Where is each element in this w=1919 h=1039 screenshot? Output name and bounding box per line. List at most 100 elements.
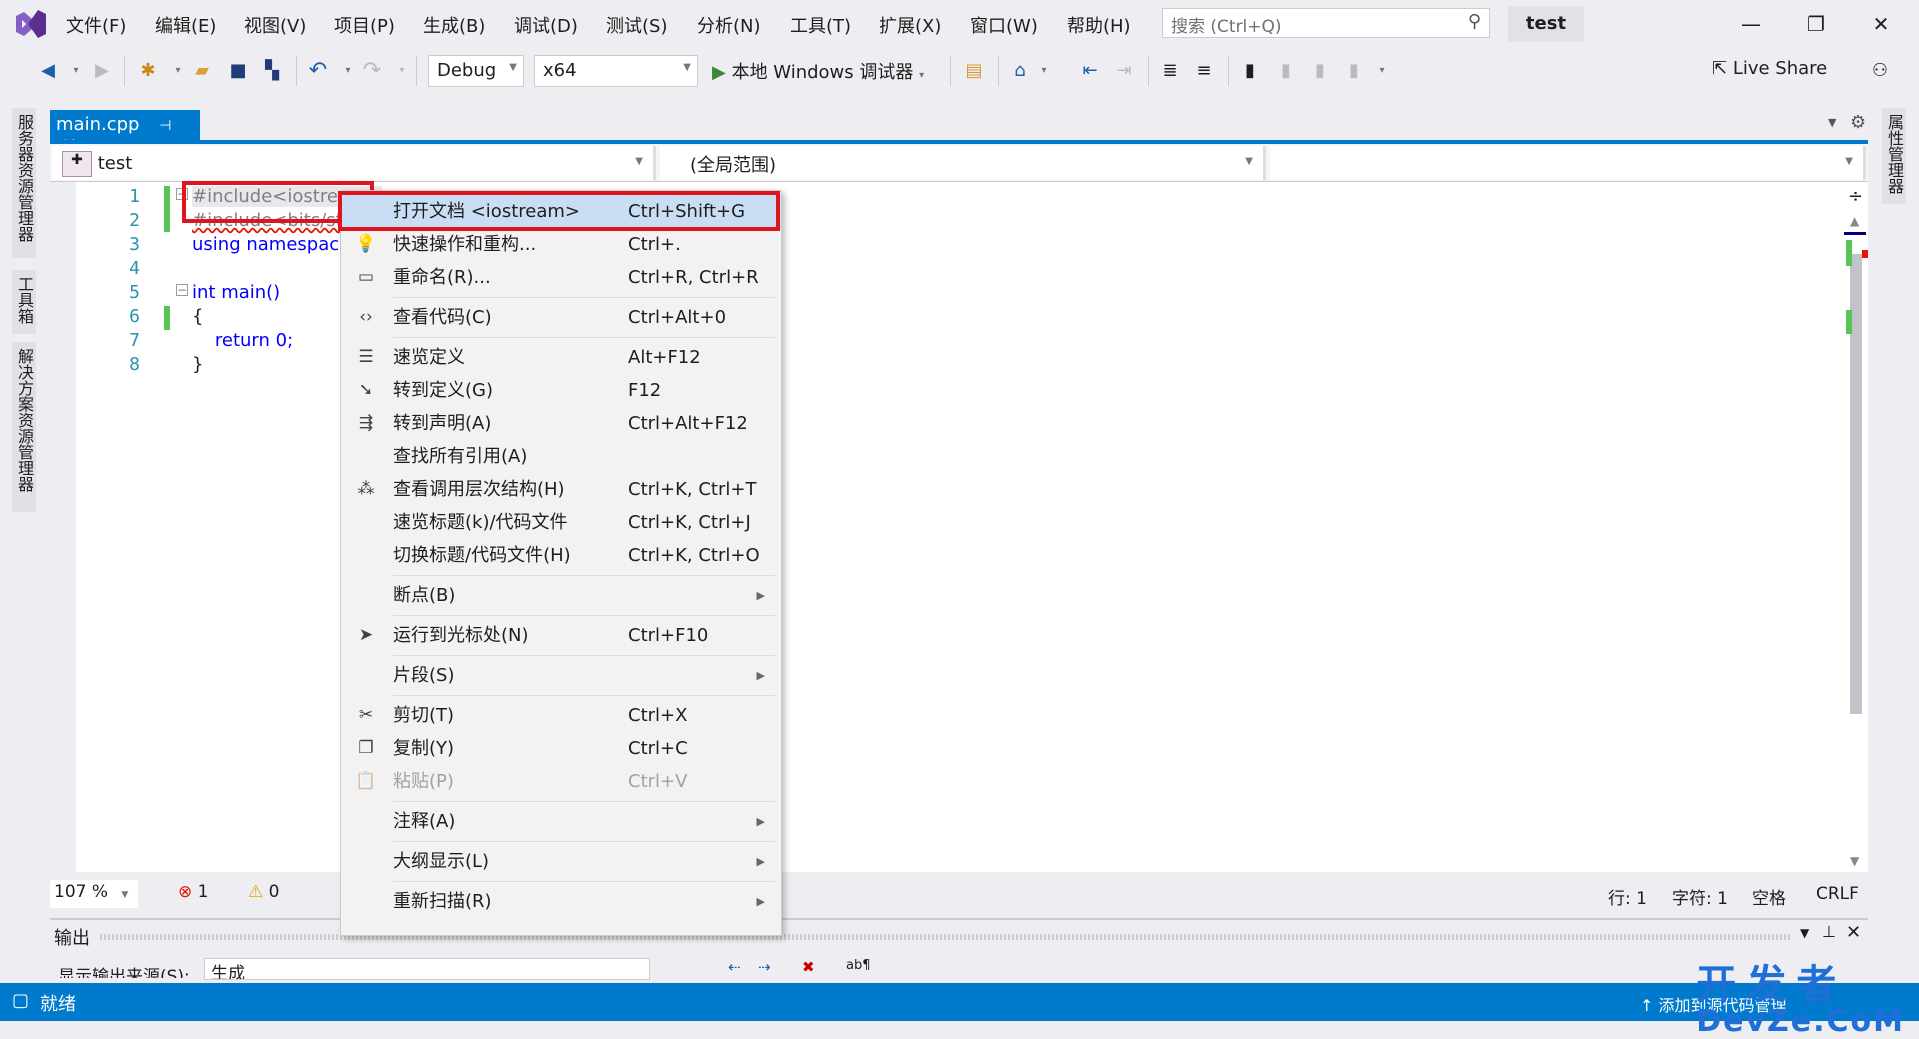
uncomment-lines-icon[interactable]: ≡ <box>1192 58 1216 84</box>
menu-window[interactable]: 窗口(W) <box>970 12 1038 38</box>
forward-icon[interactable]: ▶ <box>90 58 114 84</box>
redo-dropdown-icon[interactable]: ▾ <box>390 58 414 84</box>
next-bookmark-icon[interactable]: ▮ <box>1308 58 1332 84</box>
configuration-select[interactable]: Debug ▼ <box>428 55 524 87</box>
save-icon[interactable]: ■ <box>226 58 250 84</box>
char-indicator[interactable]: 字符: 1 <box>1672 884 1728 909</box>
feedback-icon[interactable]: ⚇ <box>1868 58 1892 84</box>
scroll-up-icon[interactable]: ▲ <box>1850 214 1859 228</box>
context-menu-item[interactable]: ▭ 重命名(R)... Ctrl+R, Ctrl+R <box>341 261 781 294</box>
scope-select[interactable]: (全局范围) ▼ <box>660 146 1266 180</box>
bookmark-icon[interactable]: ▮ <box>1238 58 1262 84</box>
context-menu-item[interactable]: ➘ 转到定义(G) F12 <box>341 374 781 407</box>
back-dropdown-icon[interactable]: ▾ <box>64 58 88 84</box>
close-panel-icon[interactable]: ✕ <box>1846 922 1861 943</box>
toolbar-separator <box>950 56 951 86</box>
overflow-icon[interactable]: ▾ <box>1370 58 1394 84</box>
context-menu-item[interactable]: 速览标题(k)/代码文件 Ctrl+K, Ctrl+J <box>341 506 781 539</box>
whitespace-indicator[interactable]: 空格 <box>1752 884 1786 909</box>
menu-analyze[interactable]: 分析(N) <box>697 12 761 38</box>
new-dropdown-icon[interactable]: ▾ <box>166 58 190 84</box>
toolbox-tab[interactable]: 工具箱 <box>12 270 36 334</box>
undo-dropdown-icon[interactable]: ▾ <box>336 58 360 84</box>
restore-button[interactable]: ❐ <box>1793 8 1839 40</box>
context-menu-item[interactable]: ⇶ 转到声明(A) Ctrl+Alt+F12 <box>341 407 781 440</box>
context-menu-item[interactable]: ❐ 复制(Y) Ctrl+C <box>341 732 781 765</box>
line-indicator[interactable]: 行: 1 <box>1608 884 1647 909</box>
pin-icon[interactable]: ⊥ <box>1822 922 1836 941</box>
save-all-icon[interactable]: ▚ <box>260 58 284 84</box>
clear-all-icon[interactable]: ✖ <box>802 958 815 976</box>
gear-icon[interactable]: ⚙ <box>1850 112 1866 133</box>
context-menu-item[interactable]: ☰ 速览定义 Alt+F12 <box>341 341 781 374</box>
context-menu-item[interactable]: ➤ 运行到光标处(N) Ctrl+F10 <box>341 619 781 652</box>
context-menu-item[interactable]: ✂ 剪切(T) Ctrl+X <box>341 699 781 732</box>
platform-select[interactable]: x64 ▼ <box>534 55 698 87</box>
prev-bookmark-icon[interactable]: ▮ <box>1274 58 1298 84</box>
prev-message-icon[interactable]: ⇠ <box>728 958 741 976</box>
menu-file[interactable]: 文件(F) <box>66 12 126 38</box>
step-disabled-icon[interactable]: ⇥ <box>1112 58 1136 84</box>
error-count[interactable]: ⊗ 1 <box>178 882 208 902</box>
back-icon[interactable]: ◀ <box>36 58 60 84</box>
split-icon[interactable]: ÷ <box>1848 186 1863 207</box>
menu-test[interactable]: 测试(S) <box>606 12 667 38</box>
context-menu-item[interactable]: ⁂ 查看调用层次结构(H) Ctrl+K, Ctrl+T <box>341 473 781 506</box>
eol-indicator[interactable]: CRLF <box>1816 884 1859 904</box>
menu-debug[interactable]: 调试(D) <box>514 12 578 38</box>
output-source-select[interactable]: 生成 <box>204 958 650 980</box>
code-editor[interactable] <box>50 182 1868 872</box>
menu-help[interactable]: 帮助(H) <box>1067 12 1131 38</box>
server-explorer-tab[interactable]: 服务器资源管理器 <box>12 108 36 258</box>
next-message-icon[interactable]: ⇢ <box>758 958 771 976</box>
context-menu-item[interactable]: 重新扫描(R) ▶ <box>341 885 781 918</box>
menu-separator <box>393 801 775 802</box>
context-menu-item[interactable]: 切换标题/代码文件(H) Ctrl+K, Ctrl+O <box>341 539 781 572</box>
panel-menu-icon[interactable]: ▼ <box>1800 926 1809 940</box>
open-file-icon[interactable]: ▰ <box>190 58 214 84</box>
scroll-down-icon[interactable]: ▼ <box>1850 854 1859 868</box>
home-icon[interactable]: ⌂ <box>1008 58 1032 84</box>
find-in-files-icon[interactable]: ▤ <box>962 58 986 84</box>
tab-overflow-icon[interactable]: ▼ <box>1828 116 1836 129</box>
context-menu-item[interactable]: 查找所有引用(A) <box>341 440 781 473</box>
pin-icon[interactable]: ⊣ <box>159 118 171 134</box>
document-tab-main-cpp[interactable]: main.cpp ⊣ ✕ <box>50 110 200 156</box>
context-menu-item[interactable]: ‹› 查看代码(C) Ctrl+Alt+0 <box>341 301 781 334</box>
collapse-icon[interactable]: − <box>176 284 188 296</box>
search-input[interactable]: 搜索 (Ctrl+Q) ⚲ <box>1162 8 1490 38</box>
minimize-button[interactable]: — <box>1728 8 1774 40</box>
context-menu-item[interactable]: 大纲显示(L) ▶ <box>341 845 781 878</box>
member-select[interactable]: ▼ <box>1270 146 1866 180</box>
new-project-icon[interactable]: ✱ <box>136 58 160 84</box>
live-share-button[interactable]: ⇱ Live Share <box>1712 58 1827 79</box>
menu-extensions[interactable]: 扩展(X) <box>879 12 941 38</box>
menu-tools[interactable]: 工具(T) <box>790 12 851 38</box>
menu-build[interactable]: 生成(B) <box>423 12 485 38</box>
redo-icon[interactable]: ↷ <box>360 58 384 84</box>
close-window-button[interactable]: ✕ <box>1858 8 1904 40</box>
step-icon[interactable]: ⇤ <box>1078 58 1102 84</box>
warning-count[interactable]: ⚠ 0 <box>248 882 279 902</box>
context-menu-item[interactable]: 💡 快速操作和重构... Ctrl+. <box>341 228 781 261</box>
undo-icon[interactable]: ↶ <box>306 58 330 84</box>
menu-item-label: 剪切(T) <box>393 705 455 726</box>
overflow-icon[interactable]: ▾ <box>1032 58 1056 84</box>
project-scope-select[interactable]: ✚ test ▼ <box>52 146 656 180</box>
word-wrap-icon[interactable]: ab¶ <box>846 958 871 973</box>
zoom-select[interactable]: 107 % ▼ <box>50 880 138 908</box>
context-menu-item[interactable]: 断点(B) ▶ <box>341 579 781 612</box>
menu-project[interactable]: 项目(P) <box>334 12 395 38</box>
comment-lines-icon[interactable]: ≣ <box>1158 58 1182 84</box>
solution-explorer-tab[interactable]: 解决方案资源管理器 <box>12 342 36 512</box>
context-menu-item[interactable]: 注释(A) ▶ <box>341 805 781 838</box>
context-menu-item[interactable]: 片段(S) ▶ <box>341 659 781 692</box>
start-debugging-button[interactable]: ▶ 本地 Windows 调试器 ▾ <box>712 58 924 84</box>
menu-view[interactable]: 视图(V) <box>244 12 306 38</box>
goto-definition-icon: ➘ <box>358 380 374 400</box>
property-manager-tab[interactable]: 属性管理器 <box>1882 108 1906 204</box>
clear-bookmarks-icon[interactable]: ▮ <box>1342 58 1366 84</box>
menu-separator <box>393 655 775 656</box>
menu-edit[interactable]: 编辑(E) <box>155 12 216 38</box>
line-number: 7 <box>129 330 140 351</box>
